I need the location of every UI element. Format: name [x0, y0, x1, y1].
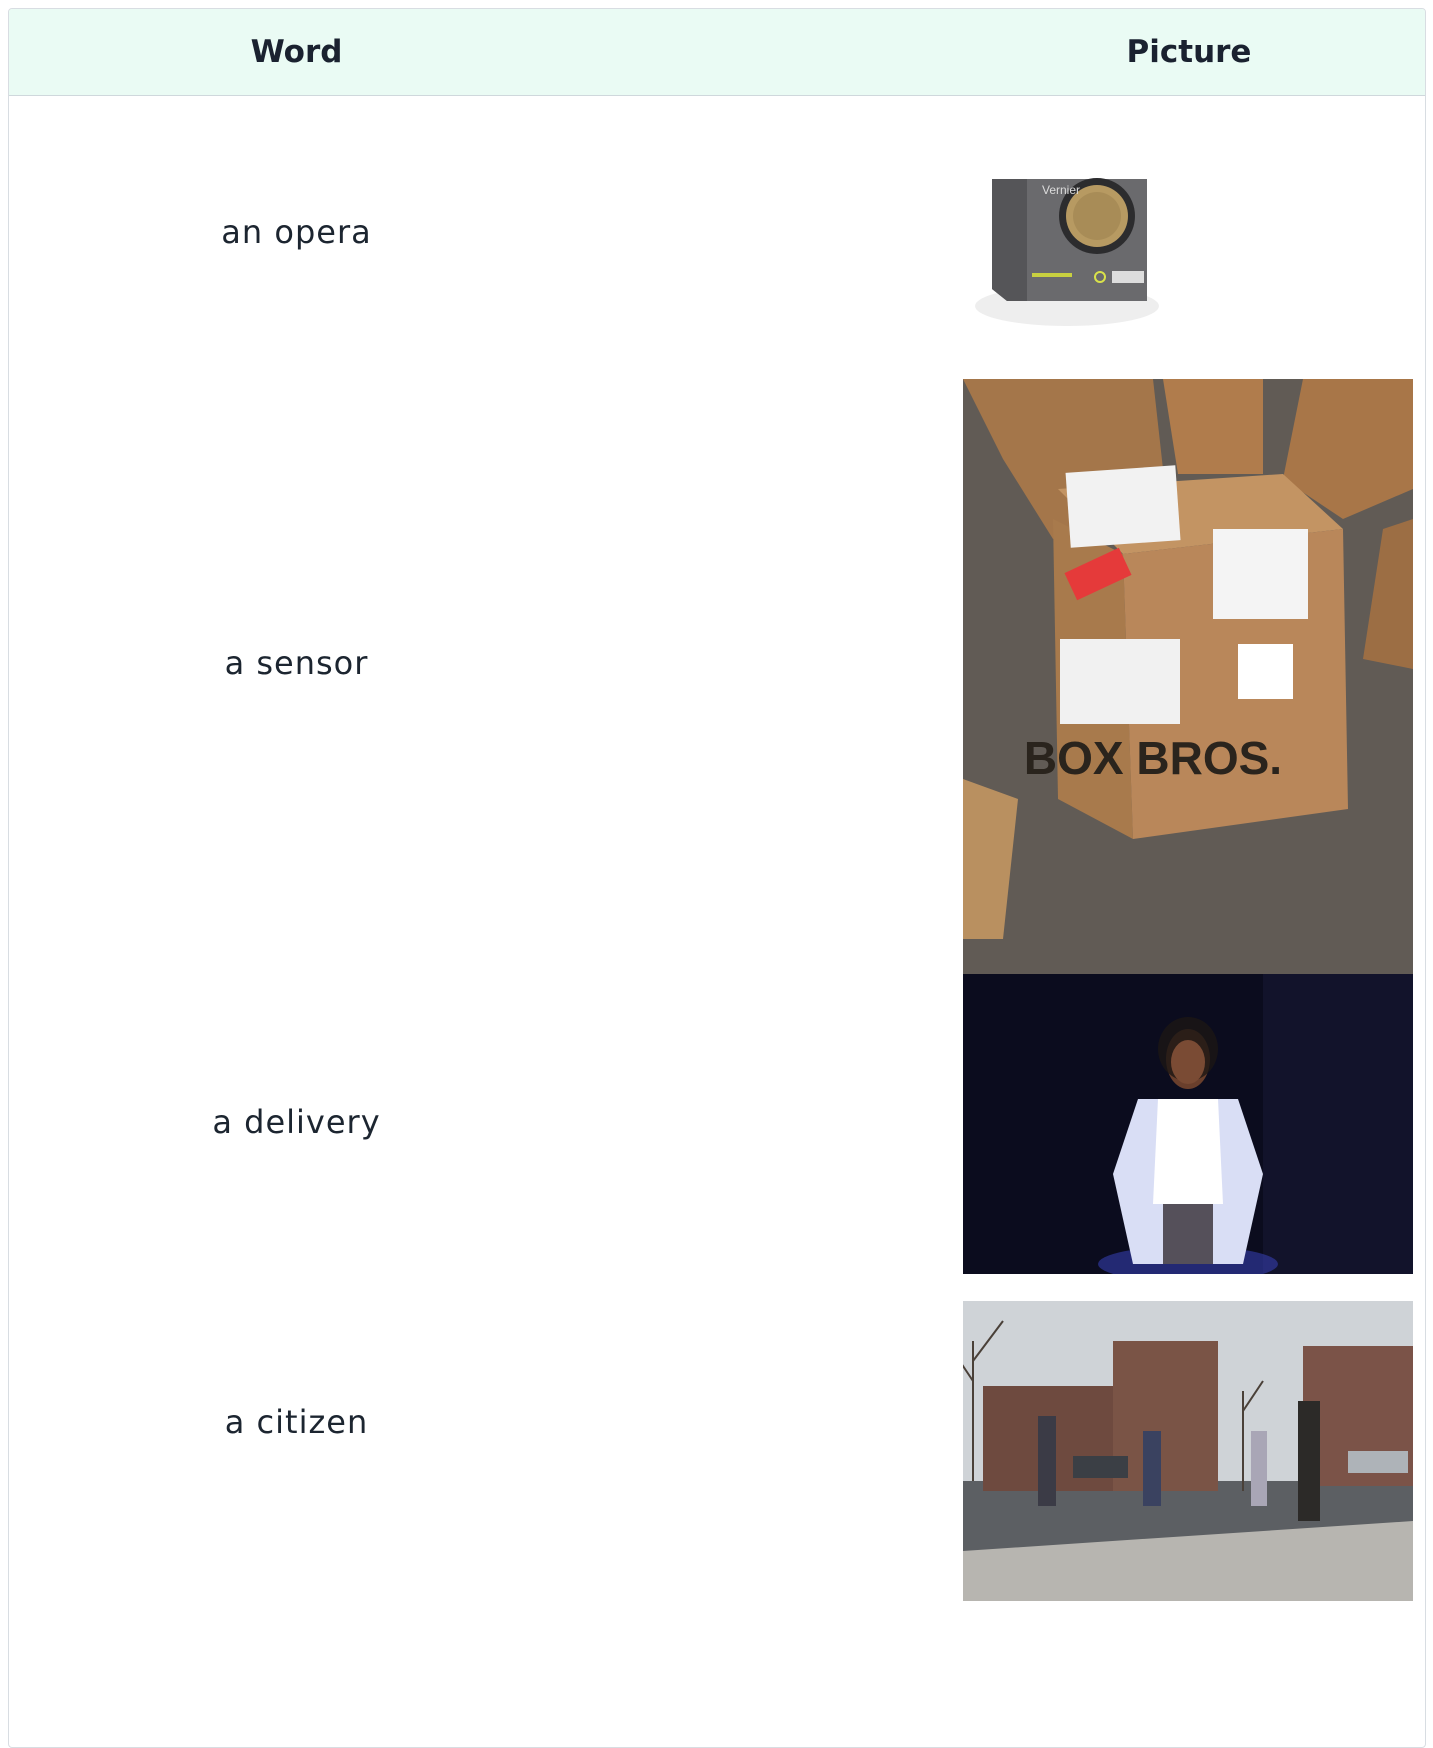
picture-motion-sensor: Vernier	[972, 161, 1162, 341]
svg-text:BOX BROS.: BOX BROS.	[1024, 732, 1282, 784]
picture-people-on-street	[963, 1301, 1413, 1601]
word-cell: a sensor	[224, 644, 369, 682]
table-row: an opera Vernier	[9, 95, 1425, 378]
column-header-word: Word	[250, 34, 343, 70]
word-picture-table: Word Picture an opera Vernier a sensor B…	[8, 8, 1426, 1748]
table-row: a citizen	[9, 1301, 1425, 1747]
picture-cardboard-box: BOX BROS.	[963, 379, 1413, 979]
picture-opera-singer	[963, 974, 1413, 1274]
table-row: a delivery	[9, 961, 1425, 1301]
column-header-picture: Picture	[1126, 34, 1252, 70]
word-cell: an opera	[221, 213, 372, 251]
table-header: Word Picture	[9, 9, 1425, 96]
word-cell: a delivery	[212, 1103, 381, 1141]
svg-text:Vernier: Vernier	[1042, 183, 1080, 197]
table-row: a sensor BOX BROS.	[9, 378, 1425, 979]
word-cell: a citizen	[224, 1403, 369, 1441]
